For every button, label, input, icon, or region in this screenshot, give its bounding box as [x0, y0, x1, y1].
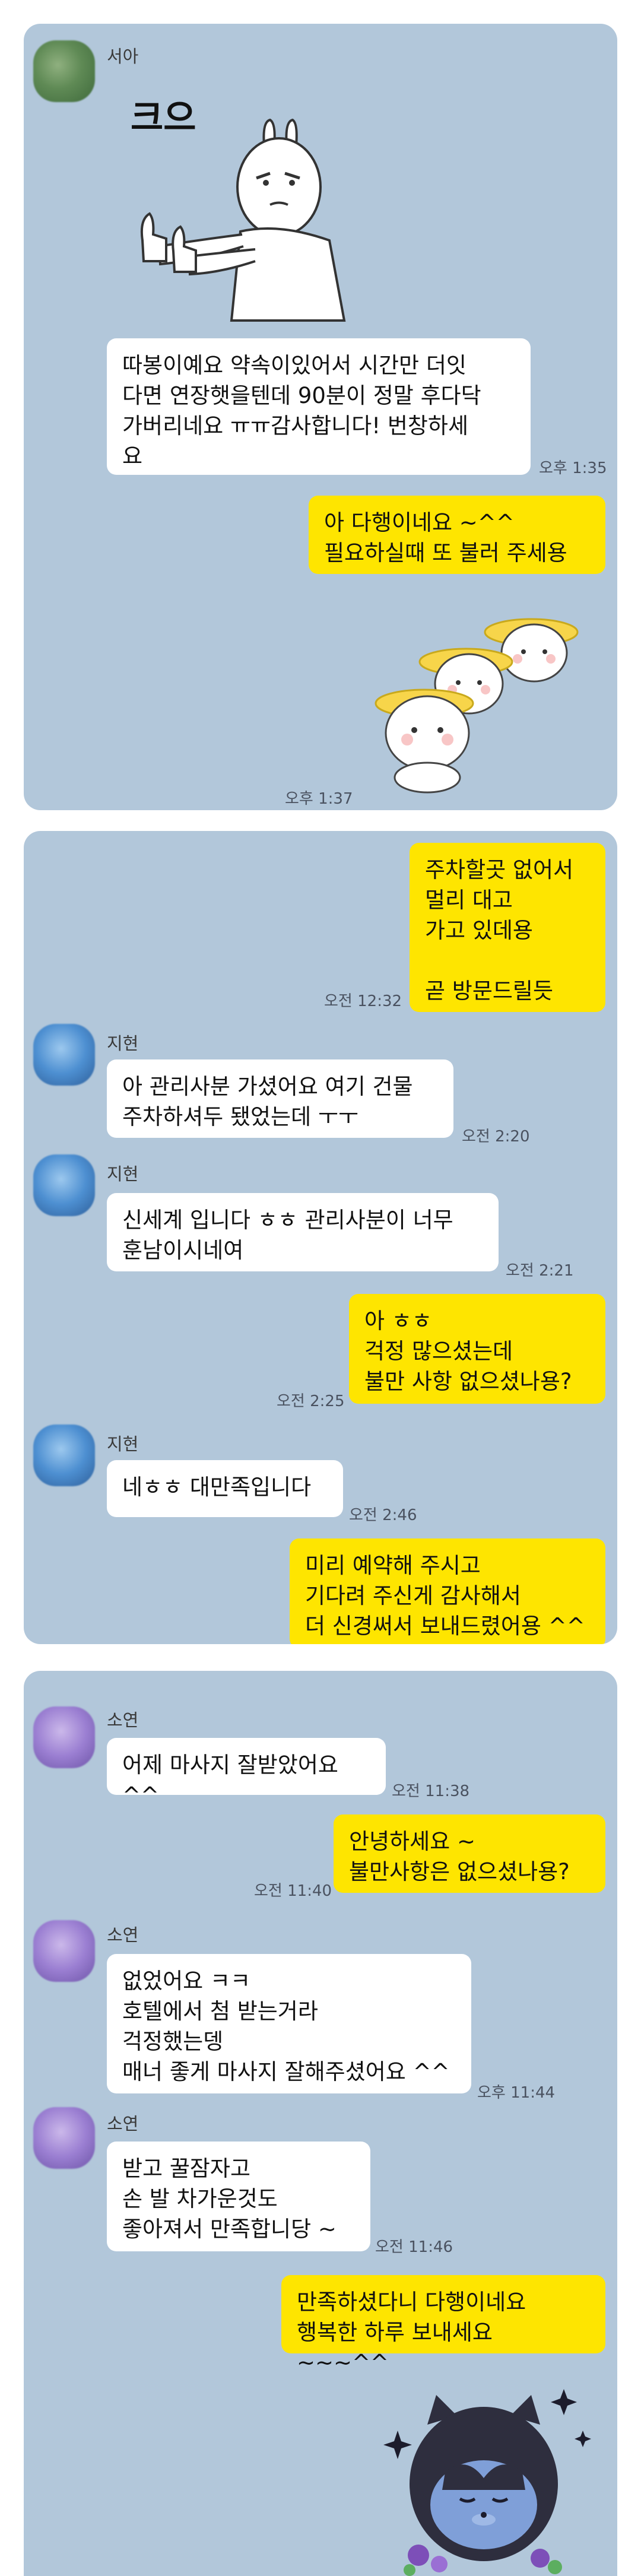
message-bubble[interactable]: 주차할곳 없어서 멀리 대고 가고 있데용 곧 방문드릴듯: [410, 843, 605, 1012]
sender-name: 소연: [107, 1925, 139, 1945]
bunnies-with-hats-icon: [375, 618, 579, 794]
message-time: 오후 1:37: [285, 790, 353, 808]
message-time: 오전 11:38: [392, 1782, 470, 1800]
sender-name: 지현: [107, 1164, 139, 1184]
message-time: 오전 2:25: [277, 1392, 345, 1410]
message-time: 오전 2:46: [349, 1506, 417, 1524]
message-bubble[interactable]: 네ㅎㅎ 대만족입니다: [107, 1460, 343, 1517]
sender-name: 소연: [107, 2114, 139, 2134]
avatar[interactable]: [33, 1154, 95, 1216]
message-time: 오후 1:35: [539, 459, 607, 477]
sender-name: 지현: [107, 1033, 139, 1054]
message-time: 오전 12:32: [324, 992, 402, 1010]
message-time: 오전 11:40: [254, 1882, 332, 1900]
message-time: 오전 2:21: [506, 1262, 574, 1280]
message-bubble[interactable]: 만족하셨다니 다행이네요 행복한 하루 보내세요 ~~~^^: [281, 2275, 605, 2375]
avatar[interactable]: [33, 40, 95, 102]
message-bubble[interactable]: 신세계 입니다 ㅎㅎ 관리사분이 너무 훈남이시네여: [107, 1193, 499, 1271]
sticker-caption: 크으: [131, 97, 196, 139]
avatar[interactable]: [33, 2107, 95, 2169]
avatar[interactable]: [33, 1706, 95, 1768]
chat-panel-2: 주차할곳 없어서 멀리 대고 가고 있데용 곧 방문드릴듯 오전 12:32 지…: [24, 831, 617, 1644]
message-time: 오후 11:44: [477, 2084, 556, 2102]
message-bubble[interactable]: 미리 예약해 주시고 기다려 주신게 감사해서 더 신경써서 보내드렸어용 ^^: [290, 1538, 605, 1644]
message-time: 오전 2:20: [462, 1128, 530, 1146]
message-bubble[interactable]: 따봉이예요 약속이있어서 시간만 더잇 다면 연장햇을텐데 90분이 정말 후다…: [107, 338, 531, 475]
avatar[interactable]: [33, 1920, 95, 1982]
message-time: 오전 11:46: [375, 2238, 453, 2256]
thumbs-up-sticker[interactable]: 크으: [107, 83, 386, 332]
message-bubble[interactable]: 아 관리사분 가셨어요 여기 건물 주차하셔두 됐었는데 ㅜㅜ: [107, 1059, 453, 1138]
sender-name: 소연: [107, 1710, 139, 1730]
message-bubble[interactable]: 받고 꿀잠자고 손 발 차가운것도 좋아져서 만족합니당 ~: [107, 2142, 370, 2251]
chat-panel-1: 서아 크으 따봉이예요 약속이있어서 시간만 더잇 다면 연장햇을텐데 90분이…: [24, 24, 617, 810]
character-with-sparkles-icon: [383, 2389, 591, 2576]
message-bubble[interactable]: 아 다행이네요 ~^^ 필요하실때 또 불러 주세용: [309, 496, 605, 574]
bunny-hat-sticker[interactable]: [368, 599, 605, 795]
message-bubble[interactable]: 아 ㅎㅎ 걱정 많으셨는데 불만 사항 없으셨나용?: [349, 1294, 605, 1404]
avatar[interactable]: [33, 1024, 95, 1086]
kero-sticker[interactable]: [362, 2377, 611, 2576]
message-bubble[interactable]: 어제 마사지 잘받았어요 ^^: [107, 1738, 386, 1808]
avatar[interactable]: [33, 1425, 95, 1486]
chat-panel-3: 소연 어제 마사지 잘받았어요 ^^ 오전 11:38 안녕하세요 ~ 불만사항…: [24, 1671, 617, 2576]
message-bubble[interactable]: 안녕하세요 ~ 불만사항은 없으셨나용?: [334, 1814, 605, 1893]
sender-name: 지현: [107, 1434, 139, 1454]
sender-name: 서아: [107, 46, 139, 66]
message-bubble[interactable]: 없었어요 ㅋㅋ 호텔에서 첨 받는거라 걱정했는뎅 매너 좋게 마사지 잘해주셨…: [107, 1954, 471, 2093]
